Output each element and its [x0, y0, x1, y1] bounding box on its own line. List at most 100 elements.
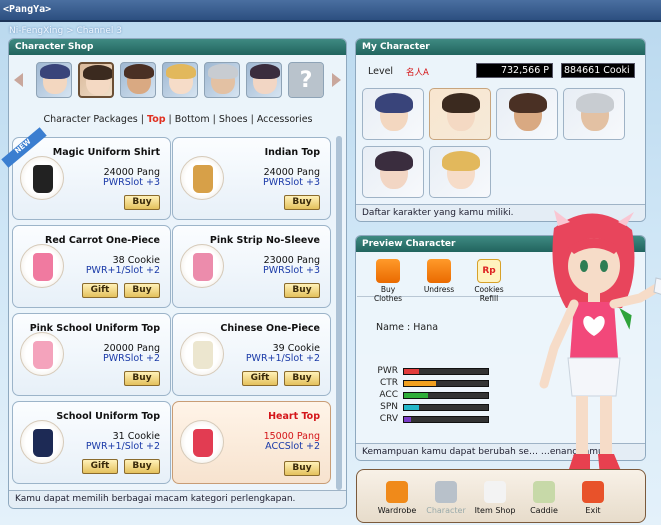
item-image [180, 420, 224, 464]
buy-button[interactable]: Buy [124, 371, 160, 386]
clothing-icon [33, 253, 53, 281]
tab-character-packages[interactable]: Character Packages [43, 114, 137, 125]
buy-button[interactable]: Buy [284, 195, 320, 210]
item-shop-icon [484, 481, 506, 503]
stat-bar-spn [403, 404, 489, 411]
item-name: Pink Strip No-Sleeve [209, 235, 320, 246]
item-card[interactable]: Heart Top 15000 Pang ACCSlot +2 Buy [172, 401, 331, 484]
thumb-locked[interactable]: ? [288, 62, 324, 98]
buy-button[interactable]: Buy [284, 461, 320, 476]
clothing-icon [33, 341, 53, 369]
my-character-title: My Character [356, 39, 645, 55]
thumb-char-4[interactable] [162, 62, 198, 98]
thumb-char-1[interactable] [36, 62, 72, 98]
character-name: Name : Hana [376, 322, 439, 333]
bottom-tool-label: Item Shop [474, 506, 516, 515]
wardrobe-button[interactable]: Wardrobe [372, 481, 422, 515]
buy-button[interactable]: Buy [284, 283, 320, 298]
window-title: <PangYa> [3, 4, 52, 15]
tab-bottom[interactable]: Bottom [175, 114, 210, 125]
gift-button[interactable]: Gift [82, 459, 118, 474]
owned-char-6[interactable] [362, 146, 424, 198]
thumb-char-3[interactable] [120, 62, 156, 98]
tab-top[interactable]: Top [147, 114, 166, 125]
stat-bar-crv [403, 416, 489, 423]
item-card[interactable]: Pink Strip No-Sleeve 23000 Pang PWRSlot +3… [172, 225, 331, 308]
window-titlebar: <PangYa> [0, 0, 661, 22]
owned-char-4[interactable] [429, 146, 491, 198]
item-card[interactable]: Red Carrot One-Piece 38 Cookie PWR+1/Slot … [12, 225, 171, 308]
char-2-hair [442, 93, 480, 113]
buy-button[interactable]: Buy [124, 459, 160, 474]
tab-shoes[interactable]: Shoes [219, 114, 248, 125]
thumb-char-5[interactable] [204, 62, 240, 98]
wardrobe-icon [386, 481, 408, 503]
item-card[interactable]: Pink School Uniform Top 20000 Pang PWRSlot… [12, 313, 171, 396]
char-4-hair [166, 64, 196, 79]
clothing-icon [193, 429, 213, 457]
undress-button[interactable]: Undress [419, 259, 459, 294]
buy-button[interactable]: Buy [284, 371, 320, 386]
thumb-char-6[interactable] [246, 62, 282, 98]
bottom-tool-label: Caddie [530, 506, 558, 515]
item-image [180, 244, 224, 288]
undress-label: Undress [423, 285, 455, 294]
buy-button[interactable]: Buy [124, 283, 160, 298]
stat-fill-ctr [404, 381, 436, 386]
level-value: 名人A [406, 68, 429, 78]
char-1-hair [40, 64, 70, 79]
exit-button[interactable]: Exit [568, 481, 618, 515]
item-name: Red Carrot One-Piece [45, 235, 160, 246]
stat-fill-spn [404, 405, 420, 410]
item-stat: ACCSlot +2 [265, 441, 320, 452]
char-5-hair [576, 93, 614, 113]
exit-icon [582, 481, 604, 503]
next-character-arrow-icon[interactable] [332, 73, 341, 87]
tab-accessories[interactable]: Accessories [257, 114, 313, 125]
char-6-hair [250, 64, 280, 79]
stat-bar-acc [403, 392, 489, 399]
buy-clothes-label: Buy Clothes [373, 285, 403, 303]
stat-label-crv: CRV [379, 414, 398, 424]
gift-button[interactable]: Gift [242, 371, 278, 386]
thumb-char-2[interactable] [78, 62, 114, 98]
item-image [180, 156, 224, 200]
owned-char-1[interactable] [362, 88, 424, 140]
undress-icon [427, 259, 451, 283]
item-card[interactable]: School Uniform Top 31 Cookie PWR+1/Slot +2… [12, 401, 171, 484]
buy-clothes-button[interactable]: Buy Clothes [368, 259, 408, 303]
pang-balance: 732,566 P [476, 63, 553, 78]
cookies-refill-button[interactable]: Rp Cookies Refill [464, 259, 514, 303]
clothing-icon [33, 165, 53, 193]
bottom-tool-label: Exit [585, 506, 601, 515]
owned-char-2[interactable] [429, 88, 491, 140]
clothing-icon [33, 429, 53, 457]
bottom-tool-label: Character [426, 506, 466, 515]
char-1-hair [375, 93, 413, 113]
stat-label-pwr: PWR [377, 366, 398, 376]
cookie-rp-icon: Rp [477, 259, 501, 283]
stat-bar-pwr [403, 368, 489, 375]
caddie-button[interactable]: Caddie [519, 481, 569, 515]
stat-bar-ctr [403, 380, 489, 387]
item-image [20, 156, 64, 200]
gift-button[interactable]: Gift [82, 283, 118, 298]
owned-char-3[interactable] [496, 88, 558, 140]
stat-label-ctr: CTR [379, 378, 398, 388]
item-shop-button[interactable]: Item Shop [470, 481, 520, 515]
item-card[interactable]: Chinese One-Piece 39 Cookie PWR+1/Slot +2 G… [172, 313, 331, 396]
item-card[interactable]: Indian Top 24000 Pang PWRSlot +3 Buy [172, 137, 331, 220]
item-card[interactable]: NEW Magic Uniform Shirt 24000 Pang PWRSlot … [1, 127, 171, 220]
item-scrollbar[interactable] [336, 136, 342, 490]
character-shop-title: Character Shop [9, 39, 346, 55]
char-6-hair [375, 151, 413, 171]
item-stat: PWRSlot +3 [263, 265, 320, 276]
owned-char-5[interactable] [563, 88, 625, 140]
item-stat: PWRSlot +2 [103, 353, 160, 364]
clothing-icon [193, 165, 213, 193]
item-name: Pink School Uniform Top [29, 323, 160, 334]
item-name: Heart Top [268, 411, 320, 422]
char-3-hair [124, 64, 154, 79]
buy-button[interactable]: Buy [124, 195, 160, 210]
prev-character-arrow-icon[interactable] [14, 73, 23, 87]
